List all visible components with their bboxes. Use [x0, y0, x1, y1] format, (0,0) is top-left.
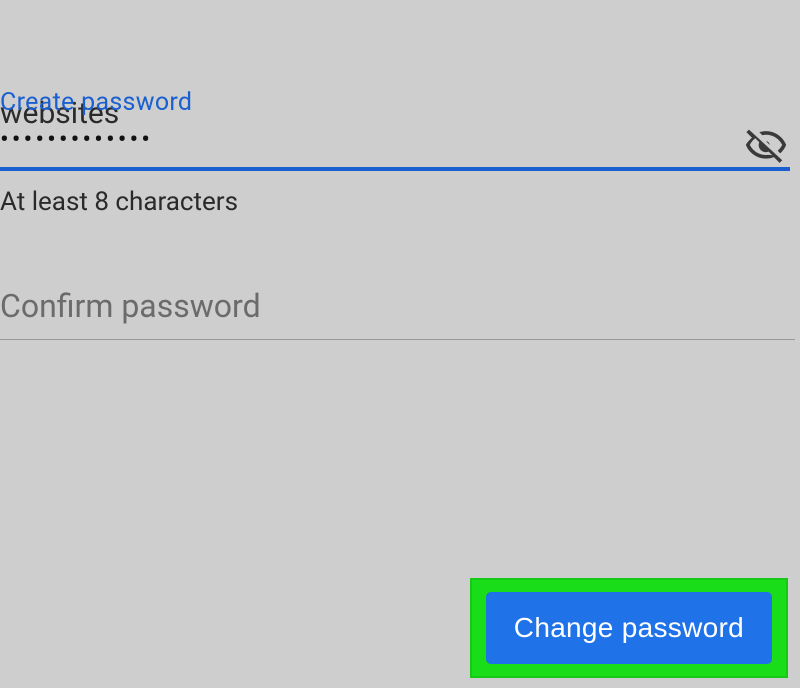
create-password-label: Create password	[0, 88, 800, 117]
create-password-helper-text: At least 8 characters	[0, 187, 800, 217]
highlight-annotation: Change password	[470, 578, 788, 678]
confirm-password-input[interactable]: Confirm password	[0, 287, 795, 340]
change-password-button[interactable]: Change password	[486, 592, 772, 664]
confirm-password-field-group: Confirm password	[0, 287, 800, 340]
create-password-field-group: Create password ••••••••••••• At least 8…	[0, 88, 800, 217]
create-password-input-wrapper: •••••••••••••	[0, 125, 800, 171]
visibility-off-icon[interactable]	[744, 124, 788, 168]
create-password-input[interactable]: •••••••••••••	[0, 125, 790, 171]
